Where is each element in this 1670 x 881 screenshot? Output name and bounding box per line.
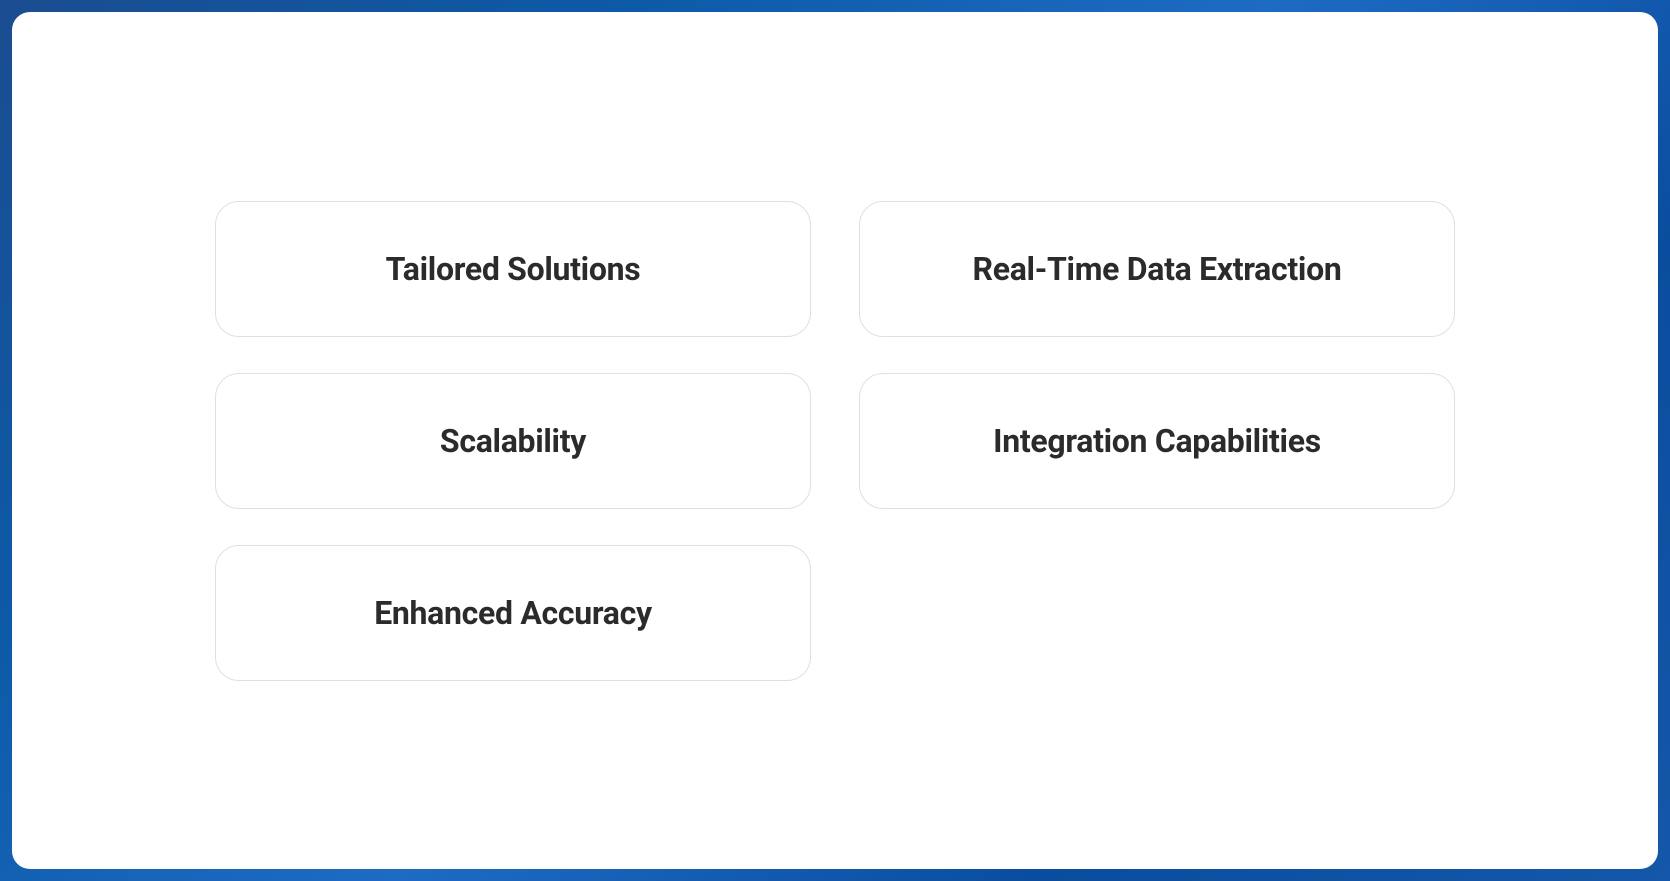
feature-title: Enhanced Accuracy: [374, 594, 652, 632]
feature-card-integration-capabilities: Integration Capabilities: [859, 373, 1455, 509]
feature-title: Integration Capabilities: [993, 422, 1321, 460]
main-card: Tailored Solutions Real-Time Data Extrac…: [12, 12, 1658, 869]
feature-card-real-time-data-extraction: Real-Time Data Extraction: [859, 201, 1455, 337]
feature-card-tailored-solutions: Tailored Solutions: [215, 201, 811, 337]
features-grid: Tailored Solutions Real-Time Data Extrac…: [215, 201, 1455, 681]
feature-title: Scalability: [440, 422, 586, 460]
feature-card-enhanced-accuracy: Enhanced Accuracy: [215, 545, 811, 681]
feature-title: Tailored Solutions: [386, 250, 641, 288]
feature-title: Real-Time Data Extraction: [973, 250, 1342, 288]
feature-card-scalability: Scalability: [215, 373, 811, 509]
